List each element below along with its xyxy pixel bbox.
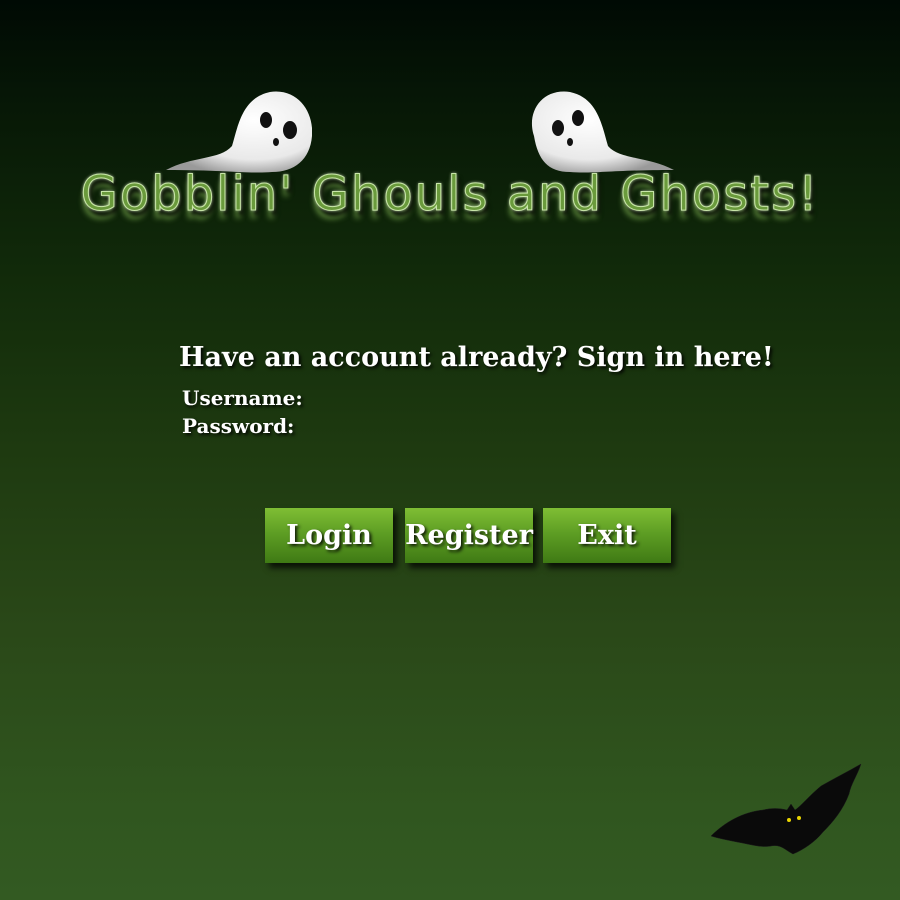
bat-icon (710, 763, 862, 855)
game-screen: Gobblin' Ghouls and Ghosts! Have an acco… (0, 0, 900, 900)
game-title: Gobblin' Ghouls and Ghosts! (80, 166, 820, 223)
exit-button[interactable]: Exit (543, 508, 671, 563)
username-input[interactable] (308, 387, 539, 409)
title-banner: Gobblin' Ghouls and Ghosts! (0, 80, 900, 250)
register-button[interactable]: Register (405, 508, 533, 563)
password-row: Password: (182, 414, 531, 438)
login-button[interactable]: Login (265, 508, 393, 563)
username-label: Username: (182, 386, 303, 410)
signin-heading: Have an account already? Sign in here! (179, 342, 774, 373)
password-input[interactable] (300, 415, 531, 437)
password-label: Password: (182, 414, 295, 438)
username-row: Username: (182, 386, 539, 410)
